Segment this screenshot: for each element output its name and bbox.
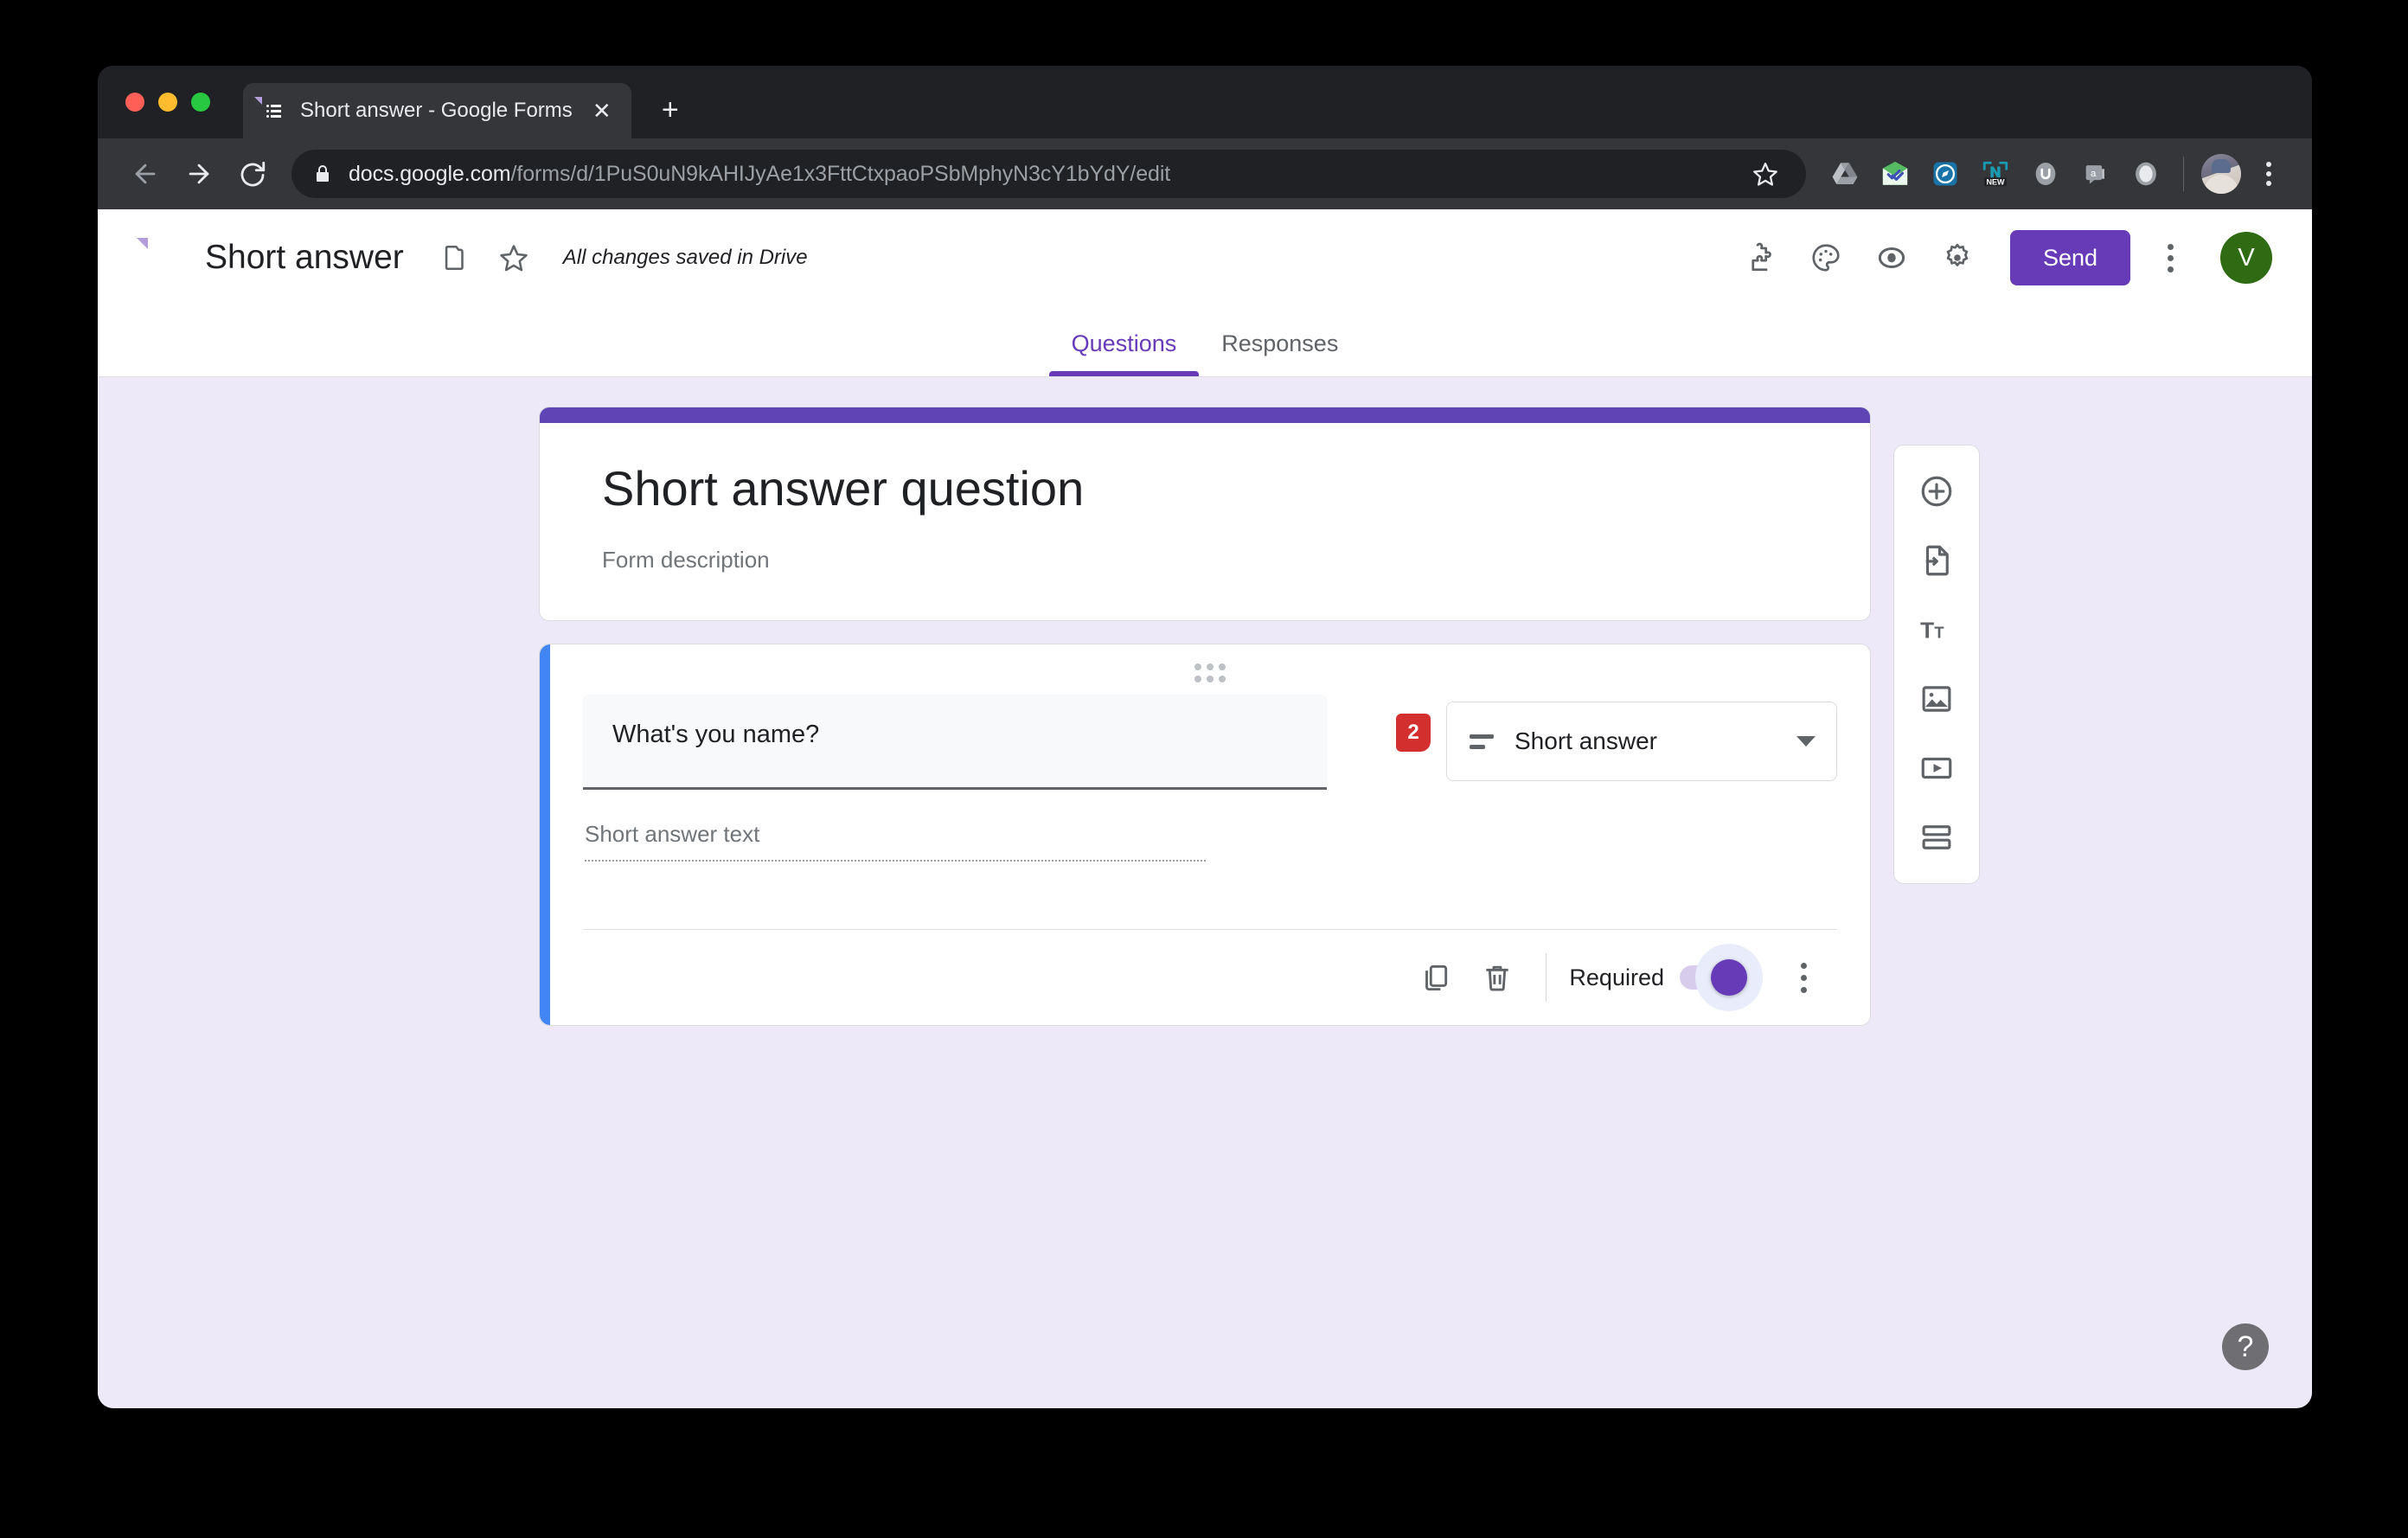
form-title-card[interactable]: Short answer question Form description xyxy=(539,407,1871,622)
google-forms-icon xyxy=(262,97,286,125)
browser-profile-avatar[interactable] xyxy=(2198,151,2245,197)
form-body: Short answer question Form description W… xyxy=(98,377,2312,1408)
answer-preview: Short answer text xyxy=(583,821,1837,862)
new-badge-icon[interactable]: NEW xyxy=(1972,151,2019,197)
lock-icon xyxy=(312,163,333,184)
question-add-toolbar: 1 TT xyxy=(1893,445,1980,884)
tab-strip: Short answer - Google Forms ✕ + xyxy=(98,66,2312,138)
chat-icon[interactable]: a xyxy=(2072,151,2119,197)
question-card[interactable]: What's you name? 2 Short answer Short an… xyxy=(539,644,1871,1027)
question-type-dropdown[interactable]: Short answer xyxy=(1446,702,1837,782)
forms-tab-bar: Questions Responses xyxy=(98,306,2312,377)
gear-icon[interactable] xyxy=(1931,231,1984,285)
chevron-down-icon xyxy=(1796,736,1816,747)
toggle-knob xyxy=(1711,959,1747,996)
tab-responses[interactable]: Responses xyxy=(1199,330,1361,376)
url-text: docs.google.com/forms/d/1PuS0uN9kAHIJyAe… xyxy=(349,162,1170,187)
import-questions-button[interactable] xyxy=(1905,534,1968,587)
new-tab-button[interactable]: + xyxy=(647,87,694,133)
answer-placeholder-text: Short answer text xyxy=(585,821,760,848)
short-answer-icon xyxy=(1470,734,1494,749)
footer-divider xyxy=(1546,953,1547,1003)
svg-text:NEW: NEW xyxy=(1986,177,2005,186)
duplicate-icon[interactable] xyxy=(1404,946,1466,1009)
send-button[interactable]: Send xyxy=(2009,230,2130,285)
tab-title: Short answer - Google Forms xyxy=(300,99,573,122)
user-avatar[interactable]: V xyxy=(2220,232,2272,284)
eye-icon[interactable] xyxy=(1865,231,1918,285)
save-status-text: All changes saved in Drive xyxy=(562,246,808,269)
chrome-menu-icon[interactable] xyxy=(2248,151,2290,197)
add-section-button[interactable] xyxy=(1905,811,1968,864)
help-button[interactable]: ? xyxy=(2222,1323,2269,1370)
question-header-row: What's you name? 2 Short answer xyxy=(583,695,1837,791)
document-title[interactable]: Short answer xyxy=(205,239,404,277)
maximize-window-button[interactable] xyxy=(191,93,210,112)
browser-tab[interactable]: Short answer - Google Forms ✕ xyxy=(243,83,631,138)
google-drive-icon[interactable] xyxy=(1822,151,1868,197)
forms-app-header: Short answer All changes saved in Drive xyxy=(98,209,2312,306)
folder-icon[interactable] xyxy=(428,231,482,285)
close-tab-icon[interactable]: ✕ xyxy=(586,95,618,126)
oval-icon[interactable] xyxy=(2123,151,2169,197)
extension-icons: NEW a xyxy=(1822,151,2290,197)
form-title[interactable]: Short answer question xyxy=(602,459,1808,517)
svg-text:T: T xyxy=(1920,618,1934,644)
svg-text:a: a xyxy=(2091,169,2097,179)
mail-icon[interactable] xyxy=(1872,151,1918,197)
toolbar-divider xyxy=(2183,157,2184,191)
window-traffic-lights xyxy=(117,66,222,138)
title-card-accent-bar xyxy=(540,407,1870,423)
url-path: /forms/d/1PuS0uN9kAHIJyAe1x3FttCtxpaoPSb… xyxy=(510,161,1171,186)
address-bar[interactable]: docs.google.com/forms/d/1PuS0uN9kAHIJyAe… xyxy=(291,150,1806,198)
close-window-button[interactable] xyxy=(125,93,144,112)
reload-icon[interactable] xyxy=(226,147,279,201)
puzzle-icon[interactable] xyxy=(1733,231,1787,285)
answer-placeholder-line xyxy=(585,860,1206,862)
add-image-button[interactable] xyxy=(1905,672,1968,726)
palette-icon[interactable] xyxy=(1799,231,1853,285)
required-toggle[interactable] xyxy=(1680,944,1763,1012)
minimize-window-button[interactable] xyxy=(158,93,177,112)
add-video-button[interactable] xyxy=(1905,741,1968,795)
star-icon[interactable] xyxy=(487,231,541,285)
tab-questions[interactable]: Questions xyxy=(1048,330,1200,376)
header-actions: Send V xyxy=(1733,230,2272,285)
form-content-column: Short answer question Form description W… xyxy=(539,407,1980,1027)
svg-text:T: T xyxy=(1934,624,1944,642)
bookmark-star-icon[interactable] xyxy=(1745,154,1785,194)
more-vert-icon[interactable] xyxy=(2146,232,2194,284)
drag-handle-icon[interactable] xyxy=(1194,663,1226,683)
annotation-badge-2: 2 xyxy=(1396,714,1431,753)
url-host: docs.google.com xyxy=(349,161,511,186)
required-label: Required xyxy=(1569,964,1664,990)
back-arrow-icon[interactable] xyxy=(118,147,172,201)
google-forms-icon xyxy=(148,238,181,278)
add-question-button[interactable] xyxy=(1905,465,1968,518)
question-type-label: Short answer xyxy=(1515,727,1657,755)
question-footer: Required 3 xyxy=(583,930,1837,1025)
question-more-options-icon[interactable] xyxy=(1778,947,1828,1008)
browser-window: Short answer - Google Forms ✕ + docs.goo… xyxy=(98,66,2312,1408)
question-type-wrapper: 2 Short answer xyxy=(1396,695,1837,782)
form-description[interactable]: Form description xyxy=(602,547,1808,574)
question-title-text: What's you name? xyxy=(612,721,820,749)
question-title-input[interactable]: What's you name? xyxy=(583,695,1327,791)
page-viewport: Short answer All changes saved in Drive xyxy=(98,209,2312,1408)
forward-arrow-icon[interactable] xyxy=(172,147,226,201)
question-accent-bar xyxy=(540,644,550,1026)
add-title-description-button[interactable]: TT xyxy=(1905,603,1968,657)
u-circle-icon[interactable] xyxy=(2022,151,2069,197)
browser-toolbar: docs.google.com/forms/d/1PuS0uN9kAHIJyAe… xyxy=(98,138,2312,209)
trash-icon[interactable] xyxy=(1466,946,1528,1009)
compass-icon[interactable] xyxy=(1922,151,1969,197)
